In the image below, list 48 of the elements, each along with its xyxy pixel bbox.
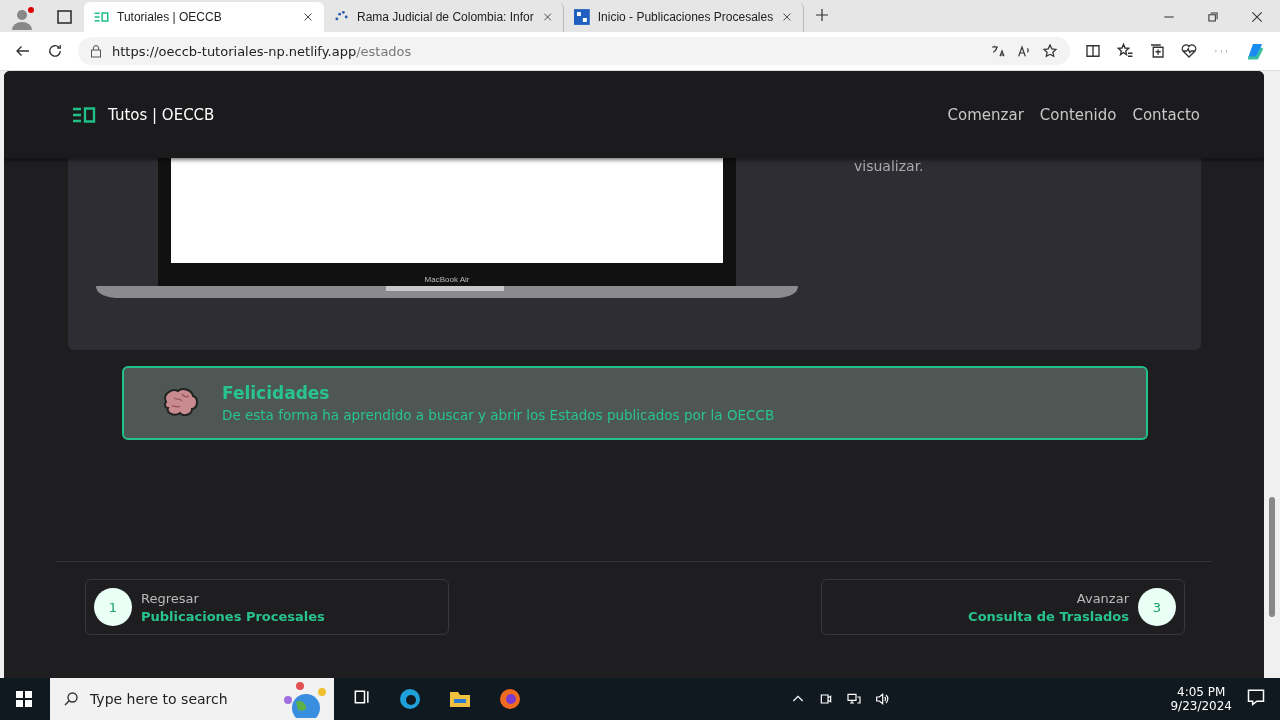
- nav-link[interactable]: Comenzar: [947, 105, 1024, 124]
- favorites-icon[interactable]: [1116, 42, 1134, 60]
- logo-icon: [72, 106, 96, 123]
- close-icon[interactable]: [302, 11, 314, 23]
- pager-target: Consulta de Traslados: [968, 608, 1129, 624]
- step-number: 3: [1138, 588, 1176, 626]
- browser-tab[interactable]: Tutoriales | OECCB: [84, 2, 324, 32]
- step-number: 1: [94, 588, 132, 626]
- network-icon[interactable]: [846, 691, 863, 707]
- star-icon[interactable]: [1042, 43, 1058, 59]
- speaker-icon[interactable]: [874, 691, 891, 707]
- nav-link[interactable]: Contenido: [1039, 105, 1117, 124]
- taskbar-clock[interactable]: 4:05 PM 9/23/2024: [1170, 685, 1232, 713]
- reload-icon[interactable]: [46, 42, 64, 60]
- heartbeat-icon[interactable]: [1180, 42, 1198, 60]
- pager-label: Avanzar: [1076, 590, 1129, 606]
- previous-link[interactable]: 1 Regresar Publicaciones Procesales: [85, 579, 449, 635]
- restore-icon[interactable]: [1206, 10, 1220, 24]
- task-view-icon[interactable]: [352, 687, 372, 707]
- alert-message: De esta forma ha aprendido a buscar y abrir los Estados publicados por la OECCB: [222, 407, 775, 423]
- url-host: https://oeccb-tutoriales-np.netlify.app: [112, 43, 357, 59]
- new-tab-icon[interactable]: [814, 7, 830, 23]
- device-label: MacBook Air: [424, 275, 470, 284]
- clock-date: 9/23/2024: [1170, 699, 1232, 713]
- grid-icon: [574, 9, 590, 25]
- scrollbar-thumb[interactable]: [1269, 497, 1275, 617]
- next-link[interactable]: 3 Avanzar Consulta de Traslados: [821, 579, 1185, 635]
- notifications-icon[interactable]: [1246, 687, 1266, 707]
- url-path: /estados: [356, 43, 412, 59]
- read-aloud-icon[interactable]: [1016, 43, 1032, 59]
- search-icon[interactable]: [62, 690, 80, 708]
- pager-label: Regresar: [141, 590, 199, 606]
- logo-icon: [94, 12, 109, 22]
- close-icon[interactable]: [781, 11, 793, 23]
- lesson-text: visualizar.: [854, 158, 924, 174]
- address-field[interactable]: https://oeccb-tutoriales-np.netlify.app/estados: [78, 37, 1070, 65]
- translate-icon[interactable]: [990, 43, 1006, 59]
- collections-icon[interactable]: [1148, 42, 1166, 60]
- browser-icon[interactable]: [398, 687, 422, 711]
- taskbar-search[interactable]: Type here to search: [50, 678, 334, 720]
- site-brand[interactable]: Tutos | OECCB: [108, 105, 215, 124]
- clock-time: 4:05 PM: [1177, 685, 1226, 699]
- close-icon[interactable]: [1250, 10, 1264, 24]
- alert-title: Felicidades: [222, 383, 331, 403]
- pager-target: Publicaciones Procesales: [141, 608, 325, 624]
- split-screen-icon[interactable]: [1084, 42, 1102, 60]
- nav-link[interactable]: Contacto: [1132, 105, 1200, 124]
- lock-icon: [90, 44, 102, 58]
